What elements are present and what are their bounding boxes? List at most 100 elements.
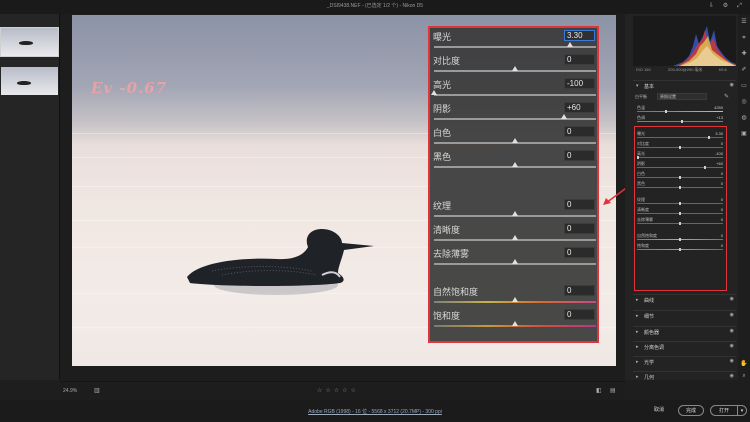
filmstrip-thumbnail-1[interactable]: [0, 27, 59, 57]
filmstrip-thumbnail-2[interactable]: [1, 67, 58, 95]
zoom-level[interactable]: 24.9%: [63, 388, 77, 394]
basic-slider-value[interactable]: 0: [705, 207, 723, 212]
gradient-icon[interactable]: ▭: [740, 82, 748, 90]
slider-value-input[interactable]: -100: [564, 78, 595, 89]
basic-slider-track[interactable]: [637, 167, 723, 168]
eye-icon[interactable]: ◉: [730, 312, 734, 318]
section-header[interactable]: ▸ 颜色器 ◉: [633, 326, 736, 337]
brush-icon[interactable]: ✐: [740, 66, 748, 74]
basic-slider-thumb[interactable]: [679, 176, 681, 179]
slider-row: 黑色 0: [430, 149, 597, 173]
before-after-icon[interactable]: ◧: [596, 387, 602, 394]
basic-slider-thumb[interactable]: [679, 248, 681, 251]
eye-icon[interactable]: ◉: [730, 82, 734, 88]
basic-slider-thumb[interactable]: [679, 146, 681, 149]
basic-slider-track[interactable]: [637, 157, 723, 158]
gear-icon[interactable]: ⚙: [722, 3, 729, 10]
basic-slider-thumb[interactable]: [679, 238, 681, 241]
edit-icon[interactable]: ☰: [740, 18, 748, 26]
slider-thumb[interactable]: [512, 321, 518, 326]
slider-thumb[interactable]: [567, 42, 574, 47]
slider-thumb[interactable]: [512, 259, 518, 264]
open-button[interactable]: 打开: [710, 405, 738, 416]
slider-thumb[interactable]: [431, 90, 437, 95]
slider-value-input[interactable]: 3.30: [564, 30, 595, 41]
crop-icon[interactable]: ⌗: [740, 34, 748, 42]
basic-slider-value[interactable]: +60: [705, 161, 723, 166]
compare-icon[interactable]: ▥: [94, 387, 100, 394]
star-rating[interactable]: ☆☆☆☆☆: [317, 387, 359, 394]
photo-canvas[interactable]: Ev -0.67 曝光 3.30 对比度 0 高光 -100 阴影 +60 白色 0 黑色 0 纹理 0 清…: [60, 14, 625, 381]
tint-row: 色调 +13: [635, 115, 725, 123]
redeye-icon[interactable]: ◍: [740, 114, 748, 122]
basic-slider-row: 去除薄雾 0: [635, 217, 725, 225]
eye-icon[interactable]: ◉: [730, 343, 734, 349]
white-balance-select[interactable]: 原照设置: [657, 93, 707, 100]
slider-thumb[interactable]: [512, 297, 518, 302]
basic-slider-thumb[interactable]: [637, 156, 639, 159]
slider-thumb[interactable]: [512, 66, 518, 71]
zoom-icon[interactable]: ⌕: [740, 372, 748, 380]
slider-thumb[interactable]: [512, 162, 518, 167]
cancel-button[interactable]: 取消: [647, 405, 671, 416]
slider-thumb[interactable]: [512, 138, 518, 143]
section-header[interactable]: ▸ 分离色调 ◉: [633, 341, 736, 352]
slider-thumb[interactable]: [560, 114, 567, 119]
radial-icon[interactable]: ◎: [740, 98, 748, 106]
slider-value-input[interactable]: 0: [564, 199, 595, 210]
basic-slider-thumb[interactable]: [679, 212, 681, 215]
basic-slider-row: 自然饱和度 0: [635, 233, 725, 241]
basic-slider-value[interactable]: 0: [705, 197, 723, 202]
slider-label: 纹理: [433, 201, 452, 211]
file-info-link[interactable]: Adobe RGB (1998) - 16 位 - 5568 x 3712 (2…: [0, 408, 750, 415]
temp-slider-thumb[interactable]: [665, 110, 667, 113]
section-label: 几何: [644, 375, 655, 381]
basic-slider-thumb[interactable]: [679, 222, 681, 225]
slider-value-input[interactable]: 0: [564, 54, 595, 65]
slider-row: 高光 -100: [430, 77, 597, 101]
slider-value-input[interactable]: 0: [564, 126, 595, 137]
slider-value-input[interactable]: 0: [564, 223, 595, 234]
section-header[interactable]: ▸ 细节 ◉: [633, 310, 736, 321]
basic-slider-value[interactable]: 0: [705, 233, 723, 238]
aperture-value: f/5.6: [719, 67, 727, 72]
done-button[interactable]: 完成: [678, 405, 704, 416]
window-title: _DSI9438.NEF - (已选定 1/2 个) - Nikon D5: [326, 3, 424, 9]
layout-icon[interactable]: ▤: [610, 387, 616, 394]
slider-track[interactable]: [434, 94, 596, 96]
basic-slider-track[interactable]: [637, 137, 723, 138]
slider-value-input[interactable]: 0: [564, 150, 595, 161]
slider-thumb[interactable]: [512, 235, 518, 240]
eye-icon[interactable]: ◉: [730, 328, 734, 334]
save-icon[interactable]: ⇩: [708, 3, 715, 10]
eye-icon[interactable]: ◉: [730, 296, 734, 302]
basic-slider-value[interactable]: 0: [705, 171, 723, 176]
slider-track[interactable]: [434, 118, 596, 120]
presets-icon[interactable]: ▣: [740, 130, 748, 138]
section-header[interactable]: ▸ 几何 ◉: [633, 371, 736, 382]
fullscreen-icon[interactable]: ⤢: [736, 3, 743, 10]
eye-icon[interactable]: ◉: [730, 373, 734, 379]
section-header[interactable]: ▸ 光学 ◉: [633, 356, 736, 367]
slider-thumb[interactable]: [512, 211, 518, 216]
section-basic-header[interactable]: ▾ 基本 ◉: [633, 80, 736, 91]
slider-value-input[interactable]: 0: [564, 285, 595, 296]
eye-icon[interactable]: ◉: [730, 358, 734, 364]
basic-slider-thumb[interactable]: [707, 136, 710, 139]
basic-slider-value[interactable]: -100: [705, 151, 723, 156]
eyedropper-icon[interactable]: ✎: [724, 93, 729, 100]
basic-slider-value[interactable]: 0: [705, 181, 723, 186]
section-header[interactable]: ▸ 曲线 ◉: [633, 294, 736, 305]
basic-slider-value[interactable]: 0: [705, 243, 723, 248]
slider-value-input[interactable]: 0: [564, 309, 595, 320]
basic-slider-thumb[interactable]: [679, 202, 681, 205]
healing-icon[interactable]: ✚: [740, 50, 748, 58]
tint-slider-thumb[interactable]: [681, 120, 683, 123]
basic-slider-thumb[interactable]: [679, 186, 681, 189]
basic-slider-value[interactable]: 0: [705, 141, 723, 146]
hand-icon[interactable]: ✋: [740, 360, 748, 368]
slider-value-input[interactable]: +60: [564, 102, 595, 113]
basic-slider-value[interactable]: 0: [705, 217, 723, 222]
slider-value-input[interactable]: 0: [564, 247, 595, 258]
basic-slider-thumb[interactable]: [704, 166, 707, 169]
